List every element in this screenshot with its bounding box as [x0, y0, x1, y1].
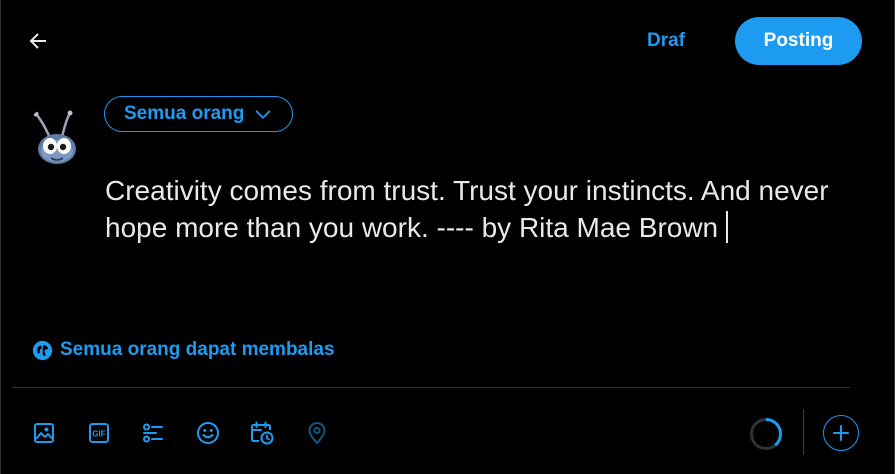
emoji-button[interactable]: [189, 414, 227, 452]
toolbar-separator: [803, 409, 804, 455]
audience-selector[interactable]: Semua orang: [104, 96, 294, 132]
gif-icon: GIF: [88, 423, 109, 443]
svg-text:GIF: GIF: [92, 430, 105, 439]
avatar[interactable]: [26, 104, 88, 166]
image-icon: [34, 423, 54, 443]
avatar-image: [26, 104, 88, 166]
text-caret: [726, 211, 729, 243]
post-text-input[interactable]: Creativity comes from trust. Trust your …: [105, 172, 845, 246]
location-icon: [307, 422, 326, 445]
divider: [12, 387, 850, 388]
add-post-button[interactable]: [823, 415, 859, 451]
globe-icon: [32, 340, 53, 360]
reply-setting-button[interactable]: Semua orang dapat membalas: [32, 339, 335, 361]
back-button[interactable]: [21, 24, 55, 58]
plus-icon: [833, 425, 849, 441]
gif-button[interactable]: GIF: [80, 414, 118, 452]
emoji-icon: [196, 422, 219, 444]
compose-post-screen: Draf Posting Semua orang Creativity come…: [0, 0, 895, 474]
post-button[interactable]: Posting: [735, 17, 862, 65]
arrow-left-icon: [29, 33, 46, 49]
schedule-icon: [251, 421, 274, 445]
poll-icon: [143, 423, 163, 443]
reply-setting-label: Semua orang dapat membalas: [60, 339, 335, 360]
schedule-button[interactable]: [243, 414, 281, 452]
media-button[interactable]: [25, 414, 63, 452]
chevron-down-icon: [256, 110, 271, 119]
character-count-progress: [750, 418, 782, 450]
compose-toolbar: GIF: [25, 414, 352, 452]
poll-button[interactable]: [134, 414, 172, 452]
audience-label: Semua orang: [124, 103, 245, 124]
location-button[interactable]: [298, 414, 336, 452]
drafts-link[interactable]: Draf: [647, 30, 685, 52]
